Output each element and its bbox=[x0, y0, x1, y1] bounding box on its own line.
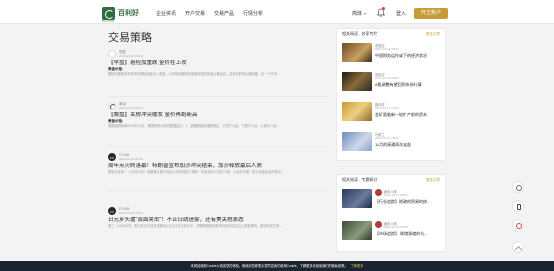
thumbnail bbox=[342, 132, 372, 151]
refresh-icon bbox=[516, 185, 522, 191]
logo-subtext: PLOTIO bbox=[102, 19, 115, 23]
refresh-button[interactable] bbox=[512, 181, 524, 193]
cookie-banner: 本网站使用Cookie以改善您的体验。继续浏览即表示您同意我们使用Cookie，… bbox=[0, 261, 554, 271]
login-link[interactable]: 登入 bbox=[396, 10, 406, 17]
article-title[interactable]: 【晚盘】关税冲突缓发 金价再跑新高 bbox=[108, 112, 328, 119]
panel-title: 相关阅读 - 专题研讨 bbox=[342, 177, 378, 182]
thumbnail bbox=[342, 43, 372, 62]
sidebar-article[interactable]: 魏伟成 2024-10-17 14:00 金矿面临新一轮扩产前的资本 bbox=[342, 102, 442, 122]
arrow-up-icon bbox=[516, 245, 522, 251]
article-item[interactable]: FX168 2024-10-18 08:30 周年点火终落幕！特朗普宣布加沙冲突… bbox=[108, 152, 328, 175]
avatar bbox=[108, 101, 116, 110]
article-title[interactable]: 日元乡头遭“双面夹击”！不止日政迷雾，还有美关税表态 bbox=[108, 217, 328, 224]
chat-icon bbox=[516, 223, 522, 229]
avatar bbox=[108, 49, 116, 58]
main-nav: 企业资讯 开户交易 交易产品 行情分析 bbox=[156, 10, 263, 17]
article-item[interactable]: FX168 2024-10-18 08:00 日元乡头遭“双面夹击”！不止日政迷… bbox=[108, 206, 328, 229]
thumbnail bbox=[342, 102, 372, 121]
open-account-button[interactable]: 开立账户 bbox=[414, 8, 448, 19]
post-time: 2024-10-17 14:00 bbox=[375, 106, 399, 110]
article-excerpt: 周年纪念周一（10月13日）特朗普大部分在加沙冲突地区下调和一些各地并公告的人质… bbox=[108, 170, 284, 174]
author-row: FX168 2024-10-18 08:30 bbox=[108, 152, 328, 161]
avatar bbox=[108, 152, 116, 161]
more-articles-link[interactable]: 更多文章 bbox=[426, 32, 440, 37]
nav-item-open-trade[interactable]: 开户交易 bbox=[185, 10, 205, 17]
article-excerpt: 美国政府新闻2024年12月，美国政府公布的数据显示，1、美国新期待通胀稳定，它… bbox=[108, 124, 280, 128]
logo[interactable]: 百利好 PLOTIO bbox=[102, 6, 150, 23]
notification-dot bbox=[382, 7, 385, 10]
article-item[interactable]: 黄岚 2024-10-18 09:00 【晚盘】关税冲突缓发 金价再跑新高 黄金… bbox=[108, 101, 328, 129]
post-time: 2024-10-18 09:00 bbox=[375, 47, 399, 51]
sidebar-article[interactable]: 叶振兰 2024-10-17 10:00 11月的高通再次走起 bbox=[342, 132, 442, 152]
related-columns-panel: 相关阅读 - 名家专栏 更多文章 张胜宏 2024-10-18 09:00 中国… bbox=[336, 28, 446, 161]
top-header: 百利好 PLOTIO 企业资讯 开户交易 交易产品 行情分析 简体 ▾ 登入 开立… bbox=[0, 0, 554, 24]
post-time: 2024-10-17 10:00 bbox=[375, 136, 399, 140]
article-title[interactable]: 【行业追踪】财政的贸易的修... bbox=[375, 199, 443, 205]
article-title[interactable]: A股调整有望回到市场行情 bbox=[375, 82, 443, 88]
cookie-text: 本网站使用Cookie以改善您的体验。继续浏览即表示您同意我们使用Cookie，… bbox=[190, 264, 348, 268]
logo-text: 百利好 bbox=[118, 9, 139, 17]
post-time: 2024-10-16 09:00 bbox=[384, 225, 408, 229]
article-excerpt: 避险情绪推动市场用作避险资金流入黄金，大宗商品避险情绪维持强劲黄金价格走高，至多… bbox=[108, 72, 280, 76]
post-time: 2024-10-18 08:30 bbox=[119, 156, 143, 161]
avatar bbox=[108, 206, 116, 215]
post-time: 2024-10-18 08:00 bbox=[119, 210, 143, 215]
article-title[interactable]: 11月的高通再次走起 bbox=[375, 142, 443, 148]
language-label: 简体 bbox=[352, 11, 363, 17]
article-excerpt: 周三（10月15日）美元兑日元涨至重新高价位近1日元的水平，周期美国政府新闻背景… bbox=[108, 224, 283, 228]
avatar bbox=[375, 221, 382, 228]
nav-item-products[interactable]: 交易产品 bbox=[214, 10, 234, 17]
nav-item-analysis[interactable]: 行情分析 bbox=[243, 10, 263, 17]
logo-mark-icon bbox=[102, 6, 115, 20]
back-to-top-button[interactable] bbox=[512, 241, 524, 253]
post-time: 2024-10-17 09:00 bbox=[384, 193, 408, 197]
page-title: 交易策略 bbox=[108, 32, 152, 44]
post-time: 2024-10-18 09:00 bbox=[119, 105, 143, 110]
post-time: 2024-10-18 09:00 bbox=[375, 76, 399, 80]
thumbnail bbox=[342, 189, 372, 208]
article-title[interactable]: 周年点火终落幕！特朗普宣布加沙冲突结束，加沙释放最后人质 bbox=[108, 163, 328, 170]
sidebar-article[interactable]: 张铭淳 2024-10-18 09:00 A股调整有望回到市场行情 bbox=[342, 72, 442, 92]
phone-icon bbox=[517, 204, 521, 210]
divider bbox=[108, 96, 328, 97]
sidebar-article[interactable]: 聚焦人物 2024-10-17 09:00 【行业追踪】财政的贸易的修... bbox=[342, 189, 442, 209]
main-content: 交易策略 张胜 2024-10-18 09:00 【早盘】避险加重跌 金价在上攻… bbox=[102, 24, 330, 271]
post-time: 2024-10-18 09:00 bbox=[119, 53, 143, 58]
panel-title: 相关阅读 - 名家专栏 bbox=[342, 31, 378, 36]
author-row: FX168 2024-10-18 08:00 bbox=[108, 206, 328, 215]
sidebar-article[interactable]: 张胜宏 2024-10-18 09:00 中国财务运作或下的经济状况 bbox=[342, 43, 442, 63]
author-row: 黄岚 2024-10-18 09:00 bbox=[108, 101, 328, 110]
article-title[interactable]: 【早盘】避险加重跌 金价在上攻 bbox=[108, 60, 328, 67]
customer-service-button[interactable] bbox=[512, 219, 524, 231]
article-title[interactable]: 中国财务运作或下的经济状况 bbox=[375, 53, 443, 59]
mobile-app-button[interactable] bbox=[512, 200, 524, 212]
sidebar-article[interactable]: 聚焦人物 2024-10-16 09:00 【市场追踪】 联储紧缩的与... bbox=[342, 221, 442, 241]
author-row: 张胜 2024-10-18 09:00 bbox=[108, 49, 328, 58]
avatar bbox=[375, 189, 382, 196]
nav-item-news[interactable]: 企业资讯 bbox=[156, 10, 176, 17]
more-articles-link[interactable]: 更多文章 bbox=[426, 178, 440, 183]
cookie-learn-more-link[interactable]: 了解更多 bbox=[351, 264, 364, 268]
related-topics-panel: 相关阅读 - 专题研讨 更多文章 聚焦人物 2024-10-17 09:00 【… bbox=[336, 174, 446, 252]
divider bbox=[108, 146, 328, 147]
article-title[interactable]: 金矿面临新一轮扩产前的资本 bbox=[375, 112, 443, 118]
article-title[interactable]: 【市场追踪】 联储紧缩的与... bbox=[375, 231, 443, 237]
article-item[interactable]: 张胜 2024-10-18 09:00 【早盘】避险加重跌 金价在上攻 黄金价格… bbox=[108, 49, 328, 77]
thumbnail bbox=[342, 221, 372, 240]
chevron-down-icon: ▾ bbox=[364, 11, 367, 16]
divider bbox=[108, 190, 328, 191]
thumbnail bbox=[342, 72, 372, 91]
language-selector[interactable]: 简体 ▾ bbox=[352, 10, 366, 17]
